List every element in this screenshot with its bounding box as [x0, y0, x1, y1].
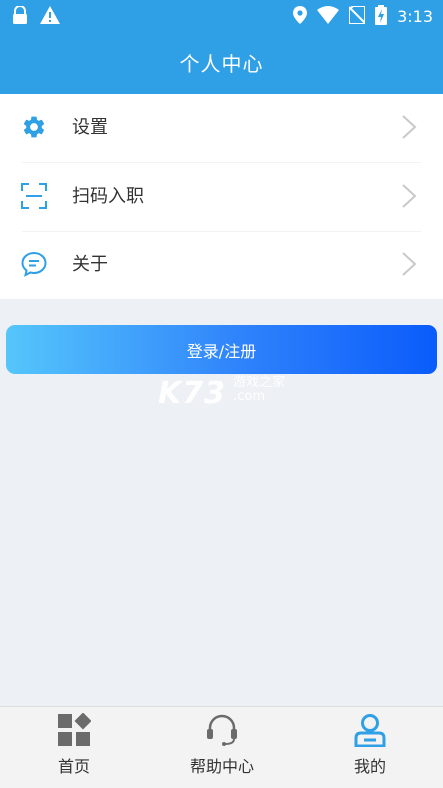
status-time: 3:13	[397, 7, 433, 26]
no-sim-icon	[348, 5, 367, 28]
tab-label: 首页	[57, 757, 90, 776]
user-icon	[353, 713, 387, 748]
tab-label: 帮助中心	[189, 757, 254, 776]
bottom-tab-bar: 首页 帮助中心 我的	[0, 706, 443, 788]
menu-item-label: 关于	[72, 254, 108, 275]
chevron-right-icon	[400, 251, 418, 277]
tab-mine[interactable]: 我的	[296, 707, 443, 787]
watermark-domain: .com	[233, 389, 265, 404]
watermark-cn: 游戏之家	[233, 375, 286, 390]
menu-item-label: 设置	[72, 117, 108, 138]
login-register-button[interactable]: 登录/注册	[6, 325, 437, 374]
warning-icon	[40, 6, 60, 28]
watermark-logo: K73 游戏之家 .com	[158, 375, 286, 412]
scan-icon	[21, 183, 47, 209]
page-title: 个人中心	[179, 51, 264, 76]
app-header: 个人中心	[0, 30, 443, 94]
menu-item-settings[interactable]: 设置	[0, 94, 443, 162]
lock-icon	[12, 5, 28, 28]
settings-menu: 设置 扫码入职 关于	[0, 94, 443, 299]
menu-item-scan-onboarding[interactable]: 扫码入职	[0, 163, 443, 231]
menu-item-about[interactable]: 关于	[0, 231, 443, 299]
tab-label: 我的	[353, 757, 386, 776]
battery-charging-icon	[375, 5, 388, 29]
tab-home[interactable]: 首页	[0, 707, 148, 787]
gear-icon	[21, 114, 47, 140]
chat-bubble-icon	[21, 251, 47, 277]
headset-icon	[205, 713, 239, 747]
watermark-main: K73	[158, 376, 226, 411]
menu-item-label: 扫码入职	[72, 186, 144, 207]
tab-help-center[interactable]: 帮助中心	[148, 707, 296, 787]
home-grid-icon	[57, 712, 92, 747]
wifi-icon	[317, 6, 340, 28]
status-bar: 3:13	[0, 0, 443, 30]
chevron-right-icon	[400, 114, 418, 140]
location-icon	[293, 6, 308, 28]
chevron-right-icon	[400, 183, 418, 209]
